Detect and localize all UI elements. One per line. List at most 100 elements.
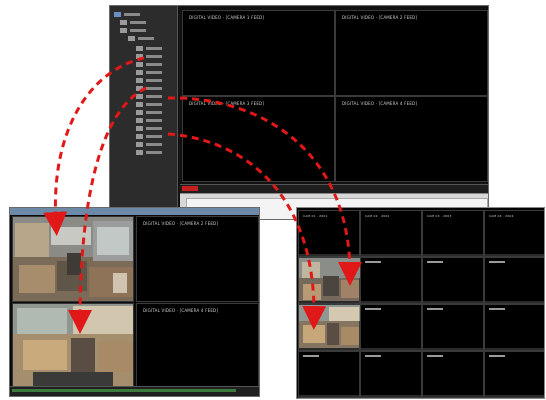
cell-status-strip xyxy=(423,348,483,350)
video-grid-2x2: DIGITAL VIDEO · [CAMERA 1 FEED] DIGITAL … xyxy=(182,10,488,182)
video-cell[interactable]: DIGITAL VIDEO · [CAMERA 1 FEED] xyxy=(182,10,335,96)
camera-view-warehouse[interactable] xyxy=(12,216,134,302)
camera-frame-image xyxy=(299,305,361,345)
video-cell[interactable] xyxy=(360,257,422,304)
video-cell[interactable] xyxy=(360,351,422,398)
video-cell[interactable] xyxy=(298,257,361,304)
camera-icon xyxy=(136,102,143,107)
video-cell[interactable] xyxy=(360,304,422,351)
right-viewer-window-4x4: CAM 01 · 2001 CAM 02 · 2002 CAM 03 · 2003 C… xyxy=(296,207,545,399)
video-cell-label: DIGITAL VIDEO · [CAMERA 2 FEED] xyxy=(143,221,219,226)
left-viewer-window: DIGITAL VIDEO · [CAMERA 2 FEED] DIGITAL … xyxy=(9,207,260,397)
video-cell-label: CAM 03 · 2003 xyxy=(427,214,452,218)
tree-item-group[interactable] xyxy=(120,27,146,34)
window-titlebar[interactable] xyxy=(10,208,259,215)
cell-status-strip xyxy=(361,395,421,397)
cell-status-strip xyxy=(299,395,359,397)
cell-status-strip xyxy=(485,348,544,350)
tree-item-camera[interactable] xyxy=(136,101,162,108)
video-cell-label xyxy=(365,261,381,263)
timeline-bar[interactable] xyxy=(10,386,259,396)
video-cell[interactable]: CAM 03 · 2003 xyxy=(422,210,484,257)
tree-item-camera[interactable] xyxy=(136,77,162,84)
video-cell[interactable]: CAM 01 · 2001 xyxy=(298,210,360,257)
video-cell[interactable]: DIGITAL VIDEO · [CAMERA 4 FEED] xyxy=(136,303,259,389)
camera-view-office[interactable] xyxy=(12,303,134,389)
timeline-bar[interactable] xyxy=(180,184,488,193)
video-cell[interactable]: DIGITAL VIDEO · [CAMERA 3 FEED] xyxy=(182,96,335,182)
cell-status-strip xyxy=(299,254,359,256)
video-cell-label: DIGITAL VIDEO · [CAMERA 1 FEED] xyxy=(189,15,265,20)
tree-item-camera[interactable] xyxy=(136,85,162,92)
video-cell[interactable] xyxy=(484,304,544,351)
video-cell-label: DIGITAL VIDEO · [CAMERA 3 FEED] xyxy=(189,101,265,106)
video-cell[interactable]: DIGITAL VIDEO · [CAMERA 2 FEED] xyxy=(335,10,488,96)
cell-status-strip xyxy=(485,301,544,303)
cell-status-strip xyxy=(423,395,483,397)
camera-icon xyxy=(136,134,143,139)
camera-icon xyxy=(136,118,143,123)
cell-status-strip xyxy=(485,395,544,397)
tree-item-camera[interactable] xyxy=(136,109,162,116)
video-cell[interactable] xyxy=(298,304,361,351)
camera-icon xyxy=(136,94,143,99)
camera-icon xyxy=(136,54,143,59)
tree-item-subgroup[interactable] xyxy=(128,35,154,42)
cell-status-strip xyxy=(361,254,421,256)
cell-status-strip xyxy=(361,348,421,350)
tree-item-camera[interactable] xyxy=(136,45,162,52)
camera-frame-image xyxy=(13,217,133,301)
video-cell-label: CAM 01 · 2001 xyxy=(303,214,328,218)
video-cell[interactable]: CAM 04 · 2004 xyxy=(484,210,544,257)
camera-tree-panel[interactable] xyxy=(110,6,178,219)
video-cell-label xyxy=(489,261,505,263)
video-cell-label xyxy=(489,355,505,357)
camera-icon xyxy=(136,46,143,51)
camera-frame-image xyxy=(299,258,361,300)
video-cell[interactable]: DIGITAL VIDEO · [CAMERA 4 FEED] xyxy=(335,96,488,182)
video-cell-label xyxy=(489,308,505,310)
video-cell-label: DIGITAL VIDEO · [CAMERA 4 FEED] xyxy=(342,101,418,106)
video-cell[interactable] xyxy=(422,257,484,304)
tree-item-camera[interactable] xyxy=(136,53,162,60)
cell-status-strip xyxy=(423,254,483,256)
folder-icon xyxy=(128,36,135,41)
camera-icon xyxy=(136,142,143,147)
camera-icon xyxy=(136,62,143,67)
tree-root[interactable] xyxy=(114,11,140,18)
video-cell[interactable] xyxy=(484,257,544,304)
tree-item-camera[interactable] xyxy=(136,93,162,100)
cell-status-strip xyxy=(299,301,359,303)
video-cell-label xyxy=(303,355,319,357)
camera-icon xyxy=(136,150,143,155)
main-viewer-window: DIGITAL VIDEO · [CAMERA 1 FEED] DIGITAL … xyxy=(109,5,489,220)
video-cell[interactable] xyxy=(484,351,544,398)
folder-icon xyxy=(120,28,127,33)
tree-item-group[interactable] xyxy=(120,19,146,26)
tree-item-camera[interactable] xyxy=(136,141,162,148)
cell-status-strip xyxy=(361,301,421,303)
video-cell[interactable] xyxy=(422,351,484,398)
video-cell-label xyxy=(365,308,381,310)
tree-item-camera[interactable] xyxy=(136,133,162,140)
video-cell[interactable]: CAM 02 · 2002 xyxy=(360,210,422,257)
camera-icon xyxy=(136,126,143,131)
tree-item-camera[interactable] xyxy=(136,125,162,132)
tree-item-camera[interactable] xyxy=(136,61,162,68)
video-cell[interactable]: DIGITAL VIDEO · [CAMERA 2 FEED] xyxy=(136,216,259,302)
video-cell[interactable] xyxy=(298,351,360,398)
tree-item-camera[interactable] xyxy=(136,149,162,156)
video-cell[interactable] xyxy=(422,304,484,351)
video-cell-label xyxy=(427,355,443,357)
video-cell-label: CAM 04 · 2004 xyxy=(489,214,514,218)
video-cell-label xyxy=(365,355,381,357)
video-cell-label: DIGITAL VIDEO · [CAMERA 4 FEED] xyxy=(143,308,219,313)
tree-item-camera[interactable] xyxy=(136,69,162,76)
camera-icon xyxy=(136,70,143,75)
cell-status-strip xyxy=(423,301,483,303)
record-indicator xyxy=(182,186,198,191)
folder-icon xyxy=(120,20,127,25)
camera-icon xyxy=(136,78,143,83)
video-cell-label: DIGITAL VIDEO · [CAMERA 2 FEED] xyxy=(342,15,418,20)
tree-item-camera[interactable] xyxy=(136,117,162,124)
